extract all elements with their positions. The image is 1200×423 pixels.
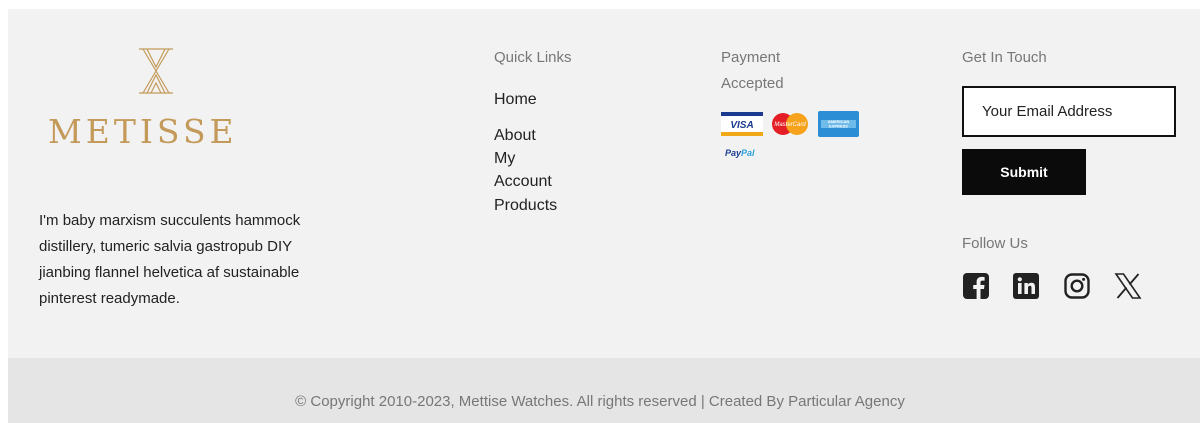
brand-description: I'm baby marxism succulents hammock dist… [39, 212, 301, 307]
svg-text:EXPRESS: EXPRESS [829, 124, 848, 129]
facebook-icon[interactable] [962, 272, 990, 300]
paypal-icon: PayPal [725, 148, 755, 158]
footer-link-my-account-label: My Account [494, 150, 552, 190]
follow-us-heading: Follow Us [962, 235, 1028, 252]
visa-card-icon: VISA [721, 112, 763, 136]
get-in-touch-heading: Get In Touch [962, 49, 1047, 66]
x-icon[interactable] [1114, 272, 1142, 300]
svg-text:VISA: VISA [730, 120, 753, 131]
mastercard-icon: MasterCard [772, 113, 808, 135]
payment-heading: Payment Accepted [721, 49, 784, 92]
svg-text:MasterCard: MasterCard [774, 122, 806, 128]
quick-links-heading: Quick Links [494, 49, 572, 66]
email-input[interactable] [962, 86, 1176, 137]
footer-link-about[interactable]: About [494, 124, 564, 147]
brand-logo-text: METISSE [48, 112, 238, 151]
amex-card-icon: AMERICAN EXPRESS [818, 111, 859, 137]
instagram-icon[interactable] [1063, 272, 1091, 300]
hourglass-logo-icon [139, 48, 173, 94]
footer-link-home[interactable]: Home [494, 88, 537, 111]
submit-button[interactable]: Submit [962, 149, 1086, 195]
bottom-bar [8, 358, 1200, 423]
linkedin-icon[interactable] [1012, 272, 1040, 300]
footer-link-products[interactable]: Products [494, 194, 557, 217]
copyright-text: © Copyright 2010-2023, Mettise Watches. … [295, 393, 905, 410]
footer-link-my-account[interactable]: My Account [494, 147, 564, 193]
